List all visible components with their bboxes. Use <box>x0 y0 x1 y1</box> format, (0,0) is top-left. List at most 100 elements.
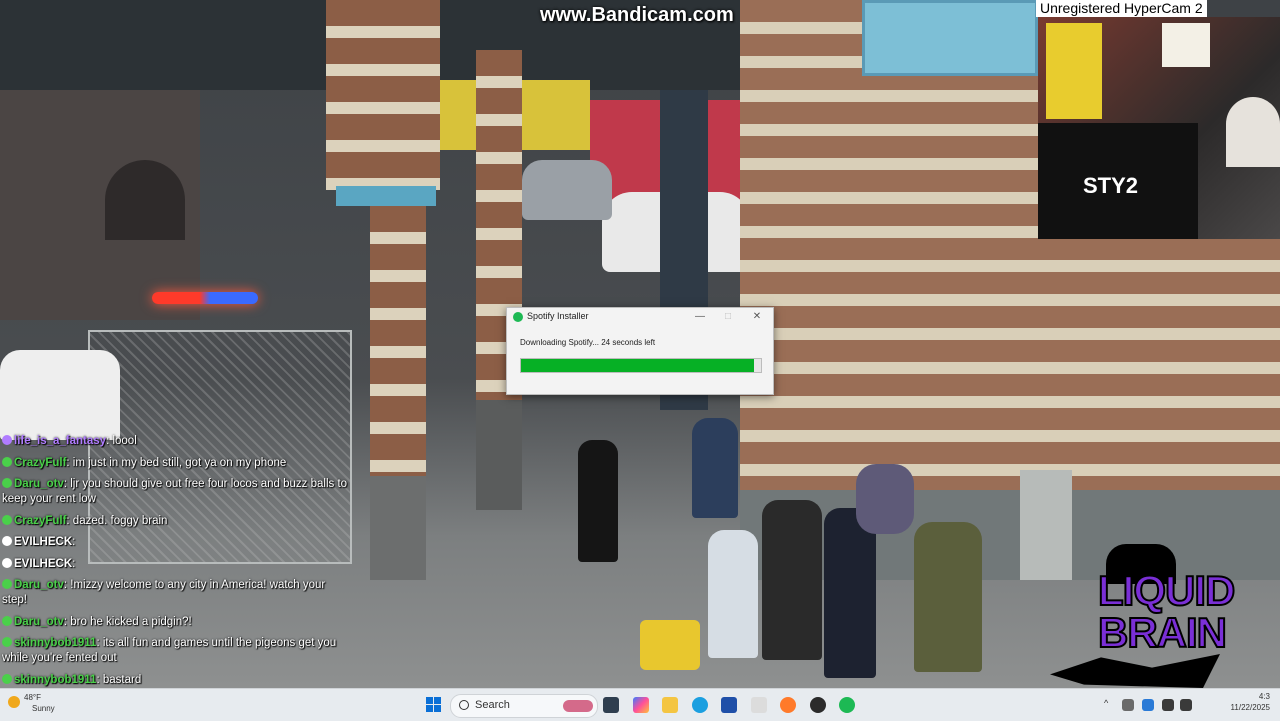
installer-titlebar[interactable]: Spotify Installer — □ ✕ <box>507 308 773 326</box>
tarp-bundle <box>856 464 914 534</box>
chat-text: bastard <box>102 673 142 686</box>
person <box>708 530 758 658</box>
search-icon <box>459 700 469 710</box>
file-explorer-icon[interactable] <box>662 697 678 713</box>
chat-message: Daru_otv: !mizzy welcome to any city in … <box>2 578 352 608</box>
chat-username: EVILHECK <box>14 557 73 570</box>
brick-pillar-top <box>326 0 440 190</box>
chat-message: Daru_otv: bro he kicked a pidgin?! <box>2 615 352 630</box>
arched-window <box>105 160 185 240</box>
chat-separator: : <box>72 557 76 570</box>
recording-app-icon[interactable] <box>810 697 826 713</box>
tray-overflow-chevron-icon[interactable]: ^ <box>1104 698 1108 708</box>
chat-text: im just in my bed still, got ya on my ph… <box>72 456 287 469</box>
channel-logo-text: STY2 <box>1083 173 1139 198</box>
start-button[interactable] <box>426 697 441 712</box>
chat-username: skinnybob1911 <box>14 637 97 649</box>
bandicam-watermark: www.Bandicam.com <box>540 4 734 26</box>
chat-text: loool <box>112 435 137 447</box>
chat-message: CrazyFulf: im just in my bed still, got … <box>2 456 352 471</box>
app-icon[interactable] <box>751 697 767 713</box>
chat-username: CrazyFulf <box>14 456 67 469</box>
microsoft-store-icon[interactable] <box>721 697 737 713</box>
weather-condition[interactable]: Sunny <box>32 704 55 713</box>
chat-overlay: life_is_a_fantasy: loool CrazyFulf: im ju… <box>2 434 352 694</box>
chat-username: EVILHECK <box>14 536 73 548</box>
caution-poster <box>1046 23 1102 119</box>
streamer-webcam: STY2 <box>1038 17 1280 239</box>
spotify-taskbar-icon[interactable] <box>839 697 855 713</box>
police-car <box>0 350 120 440</box>
person <box>914 522 982 672</box>
liquid-brain-logo: LIQUID BRAIN <box>1050 544 1280 688</box>
chat-badge-icon <box>2 456 12 467</box>
chat-username: life_is_a_fantasy <box>14 435 107 447</box>
logo-text-liquid: LIQUID <box>1097 567 1236 614</box>
task-view-icon[interactable] <box>603 697 619 713</box>
trash-can <box>1020 470 1072 580</box>
chat-text: dazed. foggy brain <box>72 514 168 527</box>
chat-message: CrazyFulf: dazed. foggy brain <box>2 514 352 529</box>
chat-message: EVILHECK: <box>2 557 352 572</box>
brick-pillar <box>370 206 426 476</box>
logo-text-brain: BRAIN <box>1097 609 1228 656</box>
download-progress-bar <box>520 358 762 373</box>
system-clock[interactable]: 4:3 11/22/2025 <box>1222 691 1270 713</box>
close-button[interactable]: ✕ <box>744 309 770 325</box>
search-placeholder: Search <box>475 699 510 711</box>
grey-car <box>522 160 612 220</box>
copilot-icon[interactable] <box>633 697 649 713</box>
spotify-installer-window[interactable]: Spotify Installer — □ ✕ Downloading Spot… <box>506 307 774 395</box>
pillar-base <box>370 476 426 580</box>
taskbar-search-box[interactable]: Search <box>450 694 598 718</box>
chat-badge-icon <box>2 514 12 525</box>
pillar-capital <box>336 186 436 206</box>
brick-station-wall-right <box>1038 238 1280 508</box>
download-progress-fill <box>521 359 754 372</box>
chat-message: EVILHECK: <box>2 535 352 550</box>
installer-status: Downloading Spotify... 24 seconds left <box>520 338 656 347</box>
maximize-button[interactable]: □ <box>715 309 741 325</box>
chat-message: life_is_a_fantasy: loool <box>2 434 352 449</box>
station-window <box>862 0 1038 76</box>
chat-message: skinnybob1911: its all fun and games unt… <box>2 636 352 666</box>
edge-browser-icon[interactable] <box>692 697 708 713</box>
chat-message: skinnybob1911: bastard <box>2 673 352 688</box>
person-in-webcam <box>1226 97 1280 167</box>
spotify-icon <box>513 312 523 322</box>
volume-icon[interactable] <box>1180 699 1192 711</box>
chat-badge-icon <box>2 435 12 445</box>
weather-sun-icon[interactable] <box>8 696 20 708</box>
network-icon[interactable] <box>1162 699 1174 711</box>
chat-badge-icon <box>2 579 12 589</box>
person <box>824 508 876 678</box>
police-lights <box>152 292 258 304</box>
chat-badge-icon <box>2 536 12 546</box>
chat-badge-icon <box>2 615 12 626</box>
chat-badge-icon <box>2 478 12 488</box>
person <box>692 418 738 518</box>
tray-app-icon[interactable] <box>1122 699 1134 711</box>
installer-title: Spotify Installer <box>527 311 589 321</box>
minimize-button[interactable]: — <box>687 309 713 325</box>
chat-badge-icon <box>2 557 12 568</box>
chat-text: bro he kicked a pidgin?! <box>70 615 192 628</box>
chat-separator: : <box>72 536 76 548</box>
search-highlight-icon <box>563 700 593 712</box>
chat-username: CrazyFulf <box>14 514 67 527</box>
chat-username: Daru_otv <box>14 579 64 591</box>
clock-date: 11/22/2025 <box>1230 703 1270 712</box>
weather-temperature[interactable]: 48°F <box>24 693 41 702</box>
firefox-icon[interactable] <box>780 697 796 713</box>
channel-logo: STY2 <box>1038 123 1198 239</box>
chat-username: Daru_otv <box>14 478 64 490</box>
middle-pillar-base <box>476 400 522 510</box>
chat-message: Daru_otv: ljr you should give out free f… <box>2 477 352 507</box>
clock-time: 4:3 <box>1258 692 1270 701</box>
person <box>578 440 618 562</box>
person <box>762 500 822 660</box>
tray-app-icon[interactable] <box>1142 699 1154 711</box>
hypercam-watermark: Unregistered HyperCam 2 <box>1036 0 1207 17</box>
stay-inside-sign <box>1162 23 1210 67</box>
chat-username: Daru_otv <box>14 615 64 628</box>
